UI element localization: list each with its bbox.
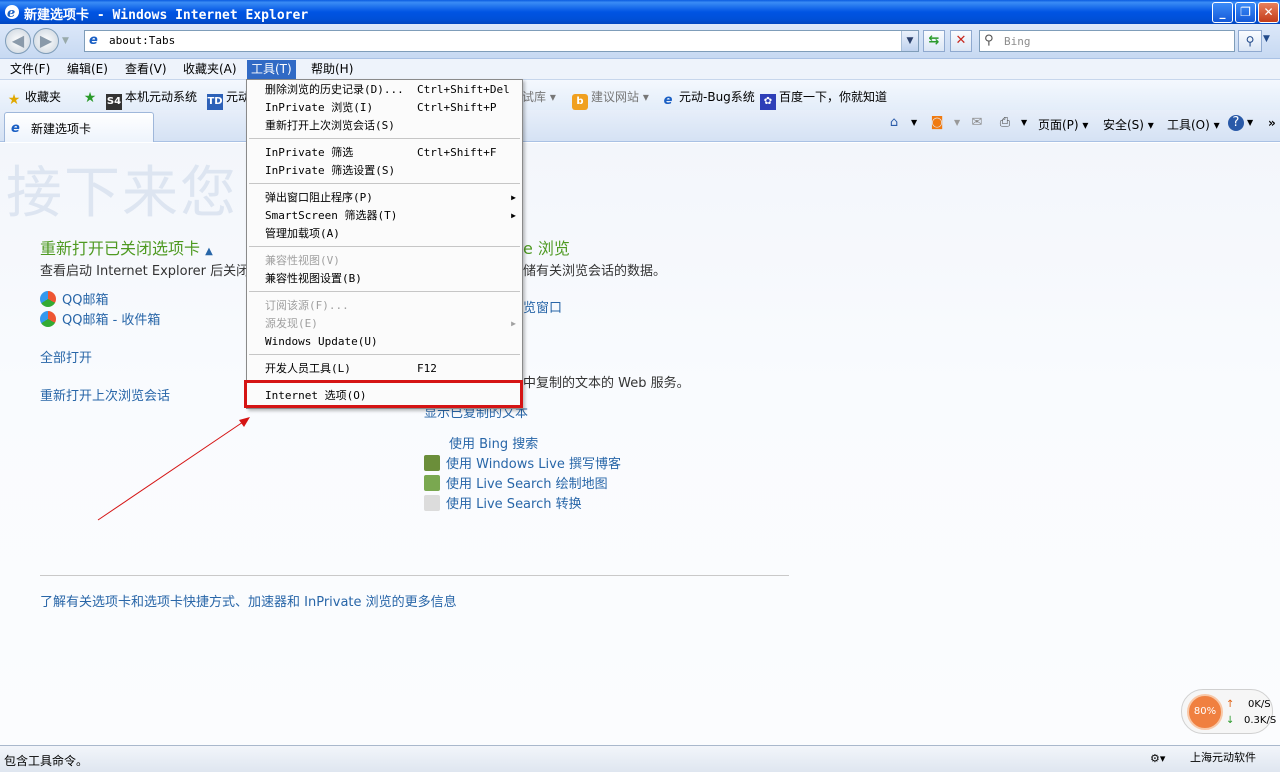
- menu-popup-blocker[interactable]: 弹出窗口阻止程序(P) ▶: [247, 189, 522, 207]
- menu-separator: [249, 246, 520, 247]
- network-speed-widget[interactable]: 80% ↑ 0K/S ↓ 0.3K/S: [1181, 689, 1277, 734]
- submenu-arrow-icon: ▶: [511, 319, 516, 328]
- menu-inprivate-filter[interactable]: InPrivate 筛选 Ctrl+Shift+F: [247, 144, 522, 162]
- menu-smartscreen[interactable]: SmartScreen 筛选器(T) ▶: [247, 207, 522, 225]
- menu-developer-tools[interactable]: 开发人员工具(L) F12: [247, 360, 522, 378]
- tools-dropdown-menu: 删除浏览的历史记录(D)... Ctrl+Shift+Del InPrivate …: [246, 79, 523, 409]
- menu-delete-history[interactable]: 删除浏览的历史记录(D)... Ctrl+Shift+Del: [247, 81, 522, 99]
- status-text: 包含工具命令。: [4, 754, 89, 768]
- menu-separator: [249, 291, 520, 292]
- status-bar: 包含工具命令。 ⚙▾ 上海元动软件: [0, 745, 1280, 772]
- menu-separator: [249, 354, 520, 355]
- menu-compat-view-settings[interactable]: 兼容性视图设置(B): [247, 270, 522, 288]
- down-arrow-icon: ↓: [1226, 715, 1235, 726]
- menu-separator: [249, 183, 520, 184]
- status-right-text: 上海元动软件: [1190, 751, 1256, 764]
- zone-icon[interactable]: ⚙▾: [1150, 752, 1165, 765]
- menu-subscribe-feed: 订阅该源(F)...: [265, 299, 349, 312]
- highlight-annotation-box: [244, 380, 523, 408]
- up-arrow-icon: ↑: [1226, 699, 1235, 710]
- menu-windows-update[interactable]: Windows Update(U): [247, 333, 522, 351]
- menu-compat-view: 兼容性视图(V): [265, 254, 340, 267]
- upload-speed: ↑ 0K/S: [1226, 699, 1271, 710]
- annotation-arrow: [97, 417, 250, 521]
- menu-inprivate-browsing[interactable]: InPrivate 浏览(I) Ctrl+Shift+P: [247, 99, 522, 117]
- submenu-arrow-icon: ▶: [511, 193, 516, 202]
- submenu-arrow-icon: ▶: [511, 211, 516, 220]
- download-speed: ↓ 0.3K/S: [1226, 715, 1277, 726]
- menu-separator: [249, 138, 520, 139]
- menu-manage-addons[interactable]: 管理加载项(A): [247, 225, 522, 243]
- speed-percent: 80%: [1187, 694, 1223, 730]
- menu-inprivate-filter-settings[interactable]: InPrivate 筛选设置(S): [247, 162, 522, 180]
- menu-reopen-session[interactable]: 重新打开上次浏览会话(S): [247, 117, 522, 135]
- menu-feed-discovery: 源发现(E) ▶: [247, 315, 522, 333]
